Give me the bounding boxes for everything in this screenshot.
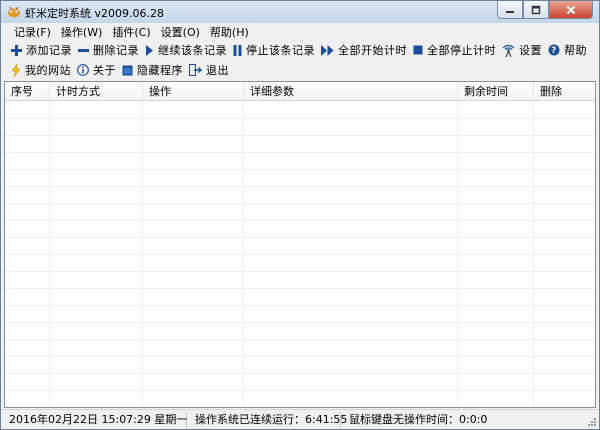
status-idle-time: 鼠标键盘无操作时间：0:0:0 <box>349 412 488 426</box>
lightning-icon <box>11 63 21 77</box>
hide-program-label: 隐藏程序 <box>137 64 183 77</box>
minimize-icon <box>506 10 514 13</box>
exit-label: 退出 <box>206 64 229 77</box>
title-bar[interactable]: 虾米定时系统 v2009.06.28 <box>1 1 599 23</box>
maximize-icon <box>531 5 541 14</box>
pause-icon <box>233 44 242 56</box>
info-icon <box>77 64 89 76</box>
menu-bar: 记录(F) 操作(W) 插件(C) 设置(O) 帮助(H) <box>1 23 599 40</box>
fast-forward-icon <box>321 44 334 56</box>
stop-record-button[interactable]: 停止该条记录 <box>233 42 315 58</box>
column-header-remaining-time[interactable]: 剩余时间 <box>458 82 534 101</box>
resize-grip-icon[interactable] <box>587 417 597 427</box>
window-title: 虾米定时系统 v2009.06.28 <box>25 7 164 20</box>
resume-record-label: 继续该条记录 <box>158 44 227 57</box>
toolbar-row-2: 我的网站 关于 隐藏程序 退出 <box>1 60 599 80</box>
menu-settings[interactable]: 设置(O) <box>156 24 205 40</box>
hide-program-button[interactable]: 隐藏程序 <box>122 62 183 78</box>
column-header-action[interactable]: 操作 <box>143 82 244 101</box>
app-window: 虾米定时系统 v2009.06.28 记录(F) 操作(W) 插件(C) 设置(… <box>0 0 600 430</box>
column-header-index[interactable]: 序号 <box>5 82 50 101</box>
menu-plugin[interactable]: 插件(C) <box>107 24 155 40</box>
status-datetime: 2016年02月22日 15:07:29 星期一 <box>1 411 187 428</box>
record-list[interactable]: 序号 计时方式 操作 详细参数 剩余时间 删除 <box>4 81 596 408</box>
stop-all-label: 全部停止计时 <box>427 44 496 57</box>
close-icon <box>566 5 576 14</box>
list-body[interactable] <box>5 102 595 407</box>
column-header-delete[interactable]: 删除 <box>534 82 595 101</box>
play-icon <box>146 44 153 56</box>
menu-record[interactable]: 记录(F) <box>9 24 56 40</box>
add-record-button[interactable]: 添加记录 <box>11 42 72 58</box>
stop-record-label: 停止该条记录 <box>246 44 315 57</box>
exit-button[interactable]: 退出 <box>189 62 229 78</box>
maximize-button[interactable] <box>523 1 549 19</box>
stop-icon <box>413 45 423 55</box>
close-button[interactable] <box>549 1 593 19</box>
start-all-label: 全部开始计时 <box>338 44 407 57</box>
help-icon: ? <box>548 44 560 56</box>
settings-label: 设置 <box>519 44 542 57</box>
about-label: 关于 <box>93 64 116 77</box>
column-header-timing-mode[interactable]: 计时方式 <box>50 82 143 101</box>
plus-icon <box>11 44 22 56</box>
status-bar: 2016年02月22日 15:07:29 星期一 操作系统已连续运行：6:41:… <box>1 409 599 429</box>
resume-record-button[interactable]: 继续该条记录 <box>145 42 227 58</box>
toolbar-row-1: 添加记录 删除记录 继续该条记录 停止该条记录 全部开始计时 全部停止计时 设置… <box>1 40 599 60</box>
exit-icon <box>189 64 202 76</box>
my-website-button[interactable]: 我的网站 <box>11 62 71 78</box>
add-record-label: 添加记录 <box>26 44 72 57</box>
help-button[interactable]: ? 帮助 <box>548 42 587 58</box>
delete-record-label: 删除记录 <box>93 44 139 57</box>
menu-operation[interactable]: 操作(W) <box>56 24 107 40</box>
antenna-icon <box>502 44 515 57</box>
minimize-button[interactable] <box>497 1 523 19</box>
minus-icon <box>78 48 89 52</box>
list-header: 序号 计时方式 操作 详细参数 剩余时间 删除 <box>5 82 595 101</box>
column-header-details[interactable]: 详细参数 <box>244 82 458 101</box>
svg-text:?: ? <box>551 46 557 56</box>
status-uptime: 操作系统已连续运行：6:41:55 <box>187 411 347 428</box>
help-label: 帮助 <box>564 44 587 57</box>
menu-help[interactable]: 帮助(H) <box>205 24 254 40</box>
settings-button[interactable]: 设置 <box>502 42 542 58</box>
start-all-button[interactable]: 全部开始计时 <box>321 42 407 58</box>
stop-all-button[interactable]: 全部停止计时 <box>413 42 496 58</box>
delete-record-button[interactable]: 删除记录 <box>78 42 139 58</box>
about-button[interactable]: 关于 <box>77 62 116 78</box>
my-website-label: 我的网站 <box>25 64 71 77</box>
window-controls <box>497 1 593 19</box>
app-logo-icon <box>8 6 20 18</box>
window-icon <box>122 65 133 75</box>
